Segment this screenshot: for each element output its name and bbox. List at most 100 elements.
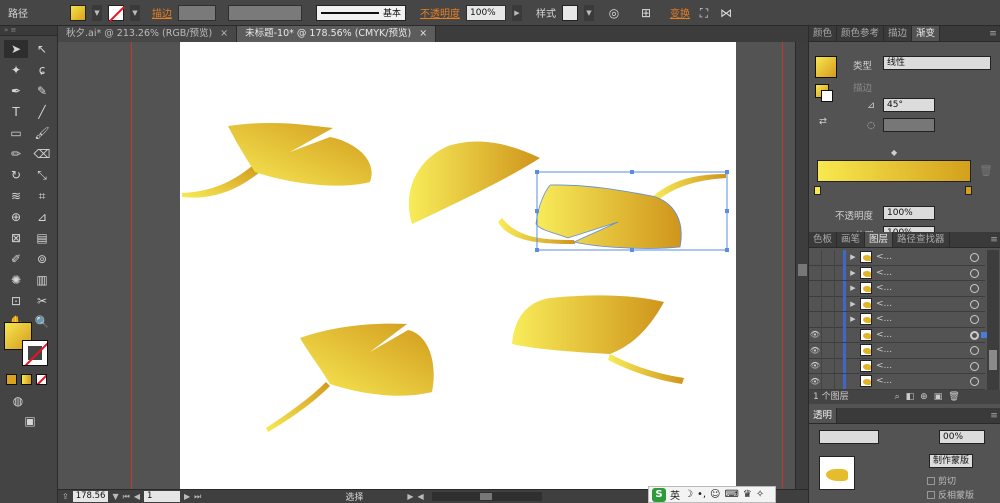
- layers-scrollbar[interactable]: [987, 250, 999, 390]
- make-mask-button[interactable]: 制作蒙版: [929, 454, 973, 468]
- zoom-field[interactable]: 178.56: [72, 491, 109, 502]
- opacity-field[interactable]: 100%: [466, 4, 506, 21]
- target-icon[interactable]: [970, 315, 979, 324]
- lasso-tool-icon[interactable]: ɕ: [30, 61, 54, 79]
- ginkgo-leaf-selected[interactable]: [535, 170, 729, 252]
- opacity-dropdown-icon[interactable]: ▶: [512, 4, 522, 21]
- gradient-type-select[interactable]: 线性: [883, 56, 991, 70]
- curvature-tool-icon[interactable]: ✎: [30, 82, 54, 100]
- artboard[interactable]: [180, 42, 736, 489]
- clipping-mask-icon[interactable]: ◧: [906, 390, 915, 404]
- lock-toggle[interactable]: [822, 327, 835, 343]
- angle-field[interactable]: 45°: [883, 98, 935, 112]
- magic-wand-tool-icon[interactable]: ✦: [4, 61, 28, 79]
- first-artboard-icon[interactable]: ⏮: [123, 492, 130, 502]
- expand-triangle-icon[interactable]: ▶: [846, 253, 860, 261]
- warp-tool-icon[interactable]: ≋: [4, 187, 28, 205]
- visibility-toggle[interactable]: [809, 249, 822, 265]
- tab-stroke[interactable]: 描边: [884, 26, 913, 41]
- gradient-preview-swatch[interactable]: [815, 56, 837, 78]
- last-artboard-icon[interactable]: ⏭: [194, 492, 201, 502]
- tab-color-guide[interactable]: 颜色参考: [837, 26, 885, 41]
- shape-builder-tool-icon[interactable]: ⊕: [4, 208, 28, 226]
- clip-checkbox[interactable]: 剪切: [927, 474, 956, 487]
- close-icon[interactable]: ×: [220, 26, 228, 42]
- panel-menu-icon[interactable]: ≡: [987, 408, 1000, 423]
- column-graph-tool-icon[interactable]: ▥: [30, 271, 54, 289]
- tab-color[interactable]: 颜色: [809, 26, 838, 41]
- gradient-stop-end[interactable]: [965, 186, 972, 195]
- skin-icon[interactable]: ♛: [743, 489, 752, 500]
- ginkgo-leaf-1[interactable]: [182, 122, 372, 198]
- mesh-tool-icon[interactable]: ⊠: [4, 229, 28, 247]
- zoom-dropdown-icon[interactable]: ▼: [112, 492, 118, 501]
- stroke-style-dropdown[interactable]: 基本: [316, 4, 406, 21]
- more-options-icon[interactable]: ⋈: [718, 5, 734, 21]
- gradient-mode-button[interactable]: [21, 374, 32, 385]
- eye-icon[interactable]: 👁: [809, 327, 822, 343]
- align-icon[interactable]: ⊞: [638, 5, 654, 21]
- tab-swatches[interactable]: 色板: [809, 232, 838, 247]
- transparency-opacity-field[interactable]: 00%: [939, 430, 985, 444]
- next-artboard-icon[interactable]: ▶: [184, 492, 190, 501]
- doc-tab-untitled[interactable]: 未标题-10* @ 178.56% (CMYK/预览) ×: [237, 26, 437, 42]
- close-icon[interactable]: ×: [419, 26, 427, 42]
- ime-language[interactable]: 英: [670, 487, 680, 502]
- tab-pathfinder[interactable]: 路径查找器: [893, 232, 950, 247]
- sogou-logo-icon[interactable]: S: [652, 487, 666, 502]
- scroll-thumb[interactable]: [989, 350, 997, 370]
- target-icon[interactable]: [970, 346, 979, 355]
- tab-layers[interactable]: 图层: [865, 232, 894, 247]
- ginkgo-leaf-3[interactable]: [266, 323, 434, 432]
- artboard-tool-icon[interactable]: ⊡: [4, 292, 28, 310]
- pen-tool-icon[interactable]: ✒: [4, 82, 28, 100]
- ginkgo-leaf-4[interactable]: [512, 295, 684, 384]
- eraser-tool-icon[interactable]: ⌫: [30, 145, 54, 163]
- variable-width-profile[interactable]: [228, 4, 302, 21]
- stroke-color-chip[interactable]: [22, 340, 48, 366]
- rectangle-tool-icon[interactable]: ▭: [4, 124, 28, 142]
- stop-opacity-field[interactable]: 100%: [883, 206, 935, 220]
- doc-tab-autumn[interactable]: 秋夕.ai* @ 213.26% (RGB/预览) ×: [58, 26, 238, 42]
- delete-stop-icon[interactable]: 🗑: [979, 164, 993, 177]
- stroke-weight-field[interactable]: [178, 4, 216, 21]
- eyedropper-tool-icon[interactable]: ✐: [4, 250, 28, 268]
- panel-menu-icon[interactable]: ≡: [986, 26, 1000, 41]
- tools-icon[interactable]: ✧: [756, 489, 764, 500]
- tab-transparency[interactable]: 透明: [809, 408, 838, 423]
- free-transform-tool-icon[interactable]: ⌗: [30, 187, 54, 205]
- stroke-label-link[interactable]: 描边: [152, 5, 172, 20]
- target-icon[interactable]: [970, 377, 979, 386]
- layer-row-selected[interactable]: 👁 <...: [809, 327, 987, 343]
- gradient-midpoint-icon[interactable]: ◆: [891, 148, 897, 157]
- expand-triangle-icon[interactable]: ▶: [846, 284, 860, 292]
- symbol-sprayer-tool-icon[interactable]: ✺: [4, 271, 28, 289]
- share-icon[interactable]: ⇪: [62, 492, 69, 501]
- expand-triangle-icon[interactable]: ▶: [846, 300, 860, 308]
- tab-gradient[interactable]: 渐变: [912, 26, 941, 41]
- tab-brushes[interactable]: 画笔: [837, 232, 866, 247]
- rotate-tool-icon[interactable]: ↻: [4, 166, 28, 184]
- stroke-swatch[interactable]: [108, 4, 124, 21]
- perspective-grid-tool-icon[interactable]: ⊿: [30, 208, 54, 226]
- gradient-slider[interactable]: [817, 160, 971, 182]
- lock-toggle[interactable]: [822, 296, 835, 312]
- direct-selection-tool-icon[interactable]: ↖: [30, 40, 54, 58]
- visibility-toggle[interactable]: [809, 265, 822, 281]
- lock-toggle[interactable]: [822, 280, 835, 296]
- type-tool-icon[interactable]: T: [4, 103, 28, 121]
- delete-layer-icon[interactable]: 🗑: [948, 390, 959, 404]
- target-icon[interactable]: [970, 284, 979, 293]
- aspect-ratio-field[interactable]: [883, 118, 935, 132]
- recolor-icon[interactable]: ◎: [606, 5, 622, 21]
- layer-row[interactable]: 👁 <...: [809, 373, 985, 390]
- draw-mode-icon[interactable]: ◍: [6, 392, 30, 410]
- gradient-tool-icon[interactable]: ▤: [30, 229, 54, 247]
- eye-icon[interactable]: 👁: [809, 358, 822, 374]
- scroll-thumb[interactable]: [798, 264, 807, 276]
- slice-tool-icon[interactable]: ✂: [30, 292, 54, 310]
- lock-toggle[interactable]: [822, 265, 835, 281]
- none-mode-button[interactable]: [36, 374, 47, 385]
- punctuation-icon[interactable]: •,: [697, 489, 706, 500]
- canvas-vertical-scrollbar[interactable]: [795, 42, 808, 489]
